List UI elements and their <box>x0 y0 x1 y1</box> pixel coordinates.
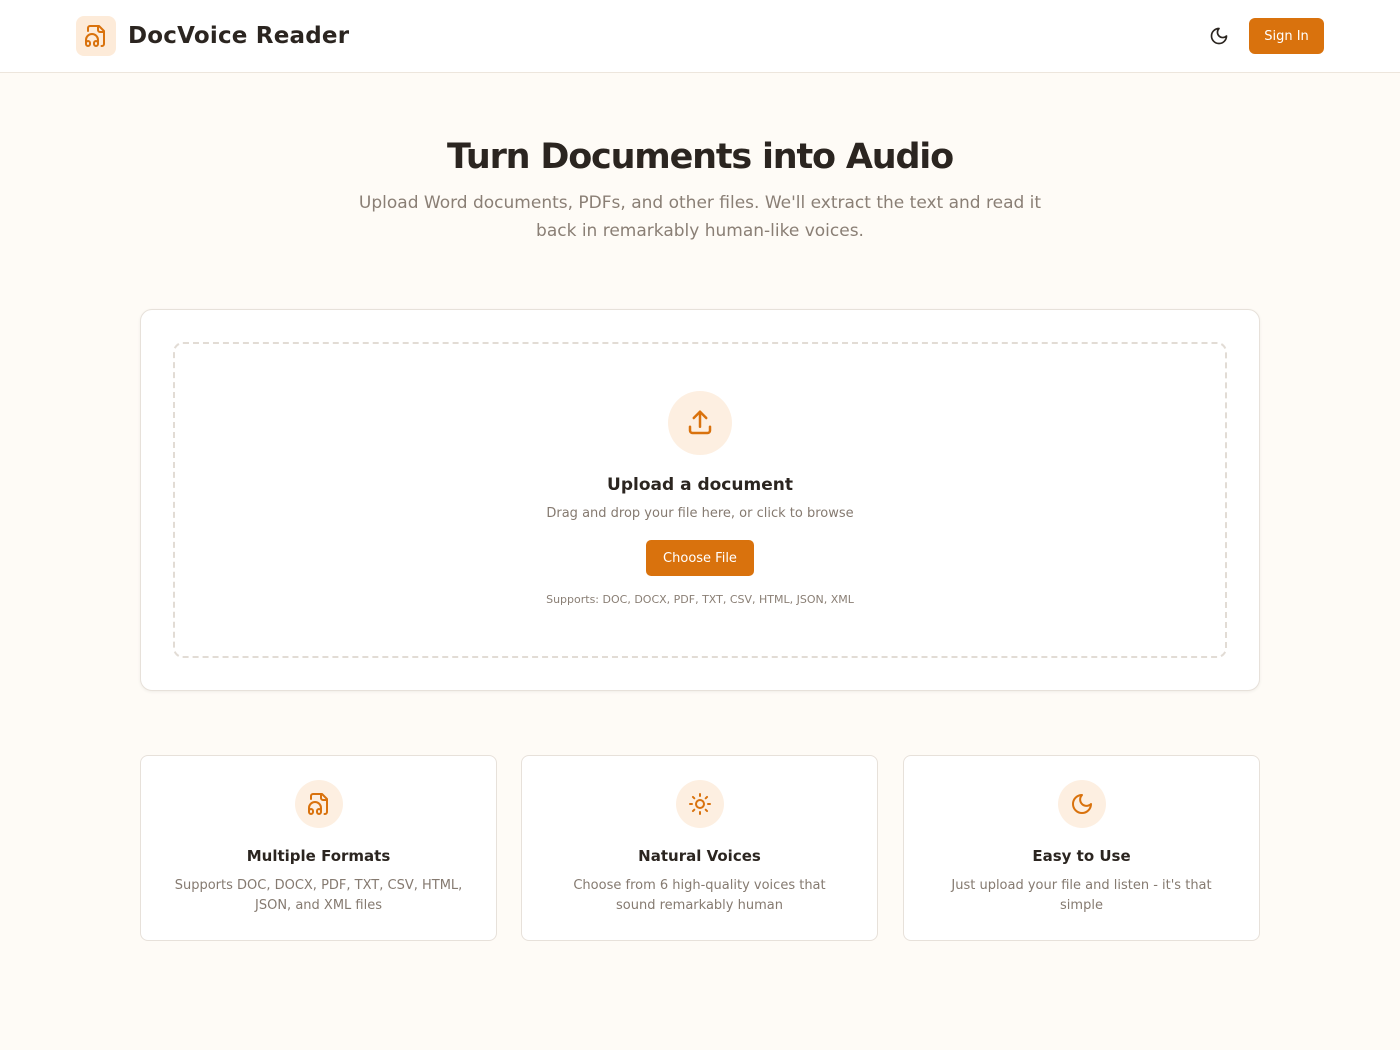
file-dropzone[interactable]: Upload a document Drag and drop your fil… <box>173 342 1227 658</box>
feature-title: Multiple Formats <box>246 847 391 865</box>
sun-icon <box>676 780 724 828</box>
sign-in-button[interactable]: Sign In <box>1249 18 1324 54</box>
top-header: DocVoice Reader Sign In <box>0 0 1400 73</box>
choose-file-button[interactable]: Choose File <box>646 540 754 576</box>
moon-icon <box>1210 27 1228 45</box>
feature-title: Natural Voices <box>638 847 761 865</box>
supported-formats: Supports: DOC, DOCX, PDF, TXT, CSV, HTML… <box>546 593 854 606</box>
upload-title: Upload a document <box>607 475 793 495</box>
upload-card: Upload a document Drag and drop your fil… <box>140 309 1260 691</box>
feature-description: Supports DOC, DOCX, PDF, TXT, CSV, HTML,… <box>174 878 463 913</box>
upload-hint: Drag and drop your file here, or click t… <box>546 506 854 521</box>
file-audio-icon <box>295 780 343 828</box>
moon-icon <box>1058 780 1106 828</box>
feature-description: Just upload your file and listen - it's … <box>951 878 1212 913</box>
theme-toggle-button[interactable] <box>1203 20 1235 52</box>
file-audio-icon <box>76 16 116 56</box>
upload-icon <box>668 391 732 455</box>
feature-card-formats: Multiple Formats Supports DOC, DOCX, PDF… <box>140 755 497 941</box>
hero-subtitle: Upload Word documents, PDFs, and other f… <box>358 193 1042 241</box>
feature-card-easy: Easy to Use Just upload your file and li… <box>903 755 1260 941</box>
app-title: DocVoice Reader <box>128 23 350 49</box>
feature-card-voices: Natural Voices Choose from 6 high-qualit… <box>521 755 878 941</box>
feature-description: Choose from 6 high-quality voices that s… <box>573 878 826 913</box>
feature-title: Easy to Use <box>1032 847 1131 865</box>
hero-title: Turn Documents into Audio <box>447 137 954 177</box>
